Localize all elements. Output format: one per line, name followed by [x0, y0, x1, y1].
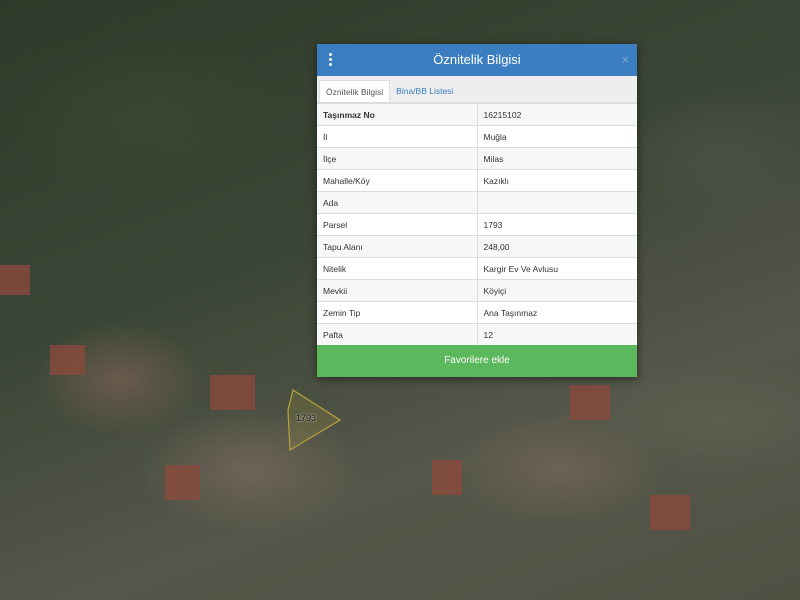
attribute-table: Taşınmaz No 16215102 İl Muğla İlçe Milas Mahal… [317, 103, 637, 346]
attribute-value: Ana Taşınmaz [477, 301, 637, 324]
attribute-value: 248,00 [477, 235, 637, 258]
attribute-label: Taşınmaz No [317, 103, 478, 126]
attribute-label: Tapu Alanı [317, 235, 478, 258]
attribute-label: İl [317, 125, 478, 148]
table-row: İlçe Milas [317, 147, 637, 170]
attribute-value: 16215102 [477, 103, 637, 126]
table-row: Zemin Tip Ana Taşınmaz [317, 301, 637, 324]
table-row: Parsel 1793 [317, 213, 637, 236]
attribute-value: Milas [477, 147, 637, 170]
table-row: Ada [317, 191, 637, 214]
attribute-label: Pafta [317, 323, 478, 346]
attribute-value: Köyiçi [477, 279, 637, 302]
tab-attribute-info[interactable]: Öznitelik Bilgisi [319, 80, 391, 102]
tab-building-list[interactable]: Bina/BB Listesi [390, 80, 459, 102]
attribute-label: Parsel [317, 213, 478, 236]
attribute-label: Zemin Tip [317, 301, 478, 324]
attribute-value: Kargir Ev Ve Avlusu [477, 257, 637, 280]
kebab-menu-icon[interactable] [329, 53, 333, 68]
attribute-label: Mahalle/Köy [317, 169, 478, 192]
attribute-info-dialog: Öznitelik Bilgisi × Öznitelik Bilgisi Bi… [317, 44, 637, 377]
close-icon[interactable]: × [621, 44, 629, 76]
dialog-title: Öznitelik Bilgisi [433, 52, 521, 67]
table-row: Mahalle/Köy Kazıklı [317, 169, 637, 192]
attribute-label: Mevkii [317, 279, 478, 302]
dialog-header: Öznitelik Bilgisi × [317, 44, 637, 76]
attribute-value: Kazıklı [477, 169, 637, 192]
table-row: Tapu Alanı 248,00 [317, 235, 637, 258]
table-row: Taşınmaz No 16215102 [317, 103, 637, 126]
attribute-value [477, 191, 637, 214]
table-row: Pafta 12 [317, 323, 637, 346]
attribute-value: 1793 [477, 213, 637, 236]
table-row: Mevkii Köyiçi [317, 279, 637, 302]
attribute-value: Muğla [477, 125, 637, 148]
add-to-favorites-button[interactable]: Favorilere ekle [317, 345, 637, 377]
parcel-label: 1793 [296, 413, 317, 423]
attribute-label: Ada [317, 191, 478, 214]
attribute-value: 12 [477, 323, 637, 346]
tab-bar: Öznitelik Bilgisi Bina/BB Listesi [317, 76, 637, 103]
attribute-label: Nitelik [317, 257, 478, 280]
table-row: Nitelik Kargir Ev Ve Avlusu [317, 257, 637, 280]
attribute-label: İlçe [317, 147, 478, 170]
table-row: İl Muğla [317, 125, 637, 148]
